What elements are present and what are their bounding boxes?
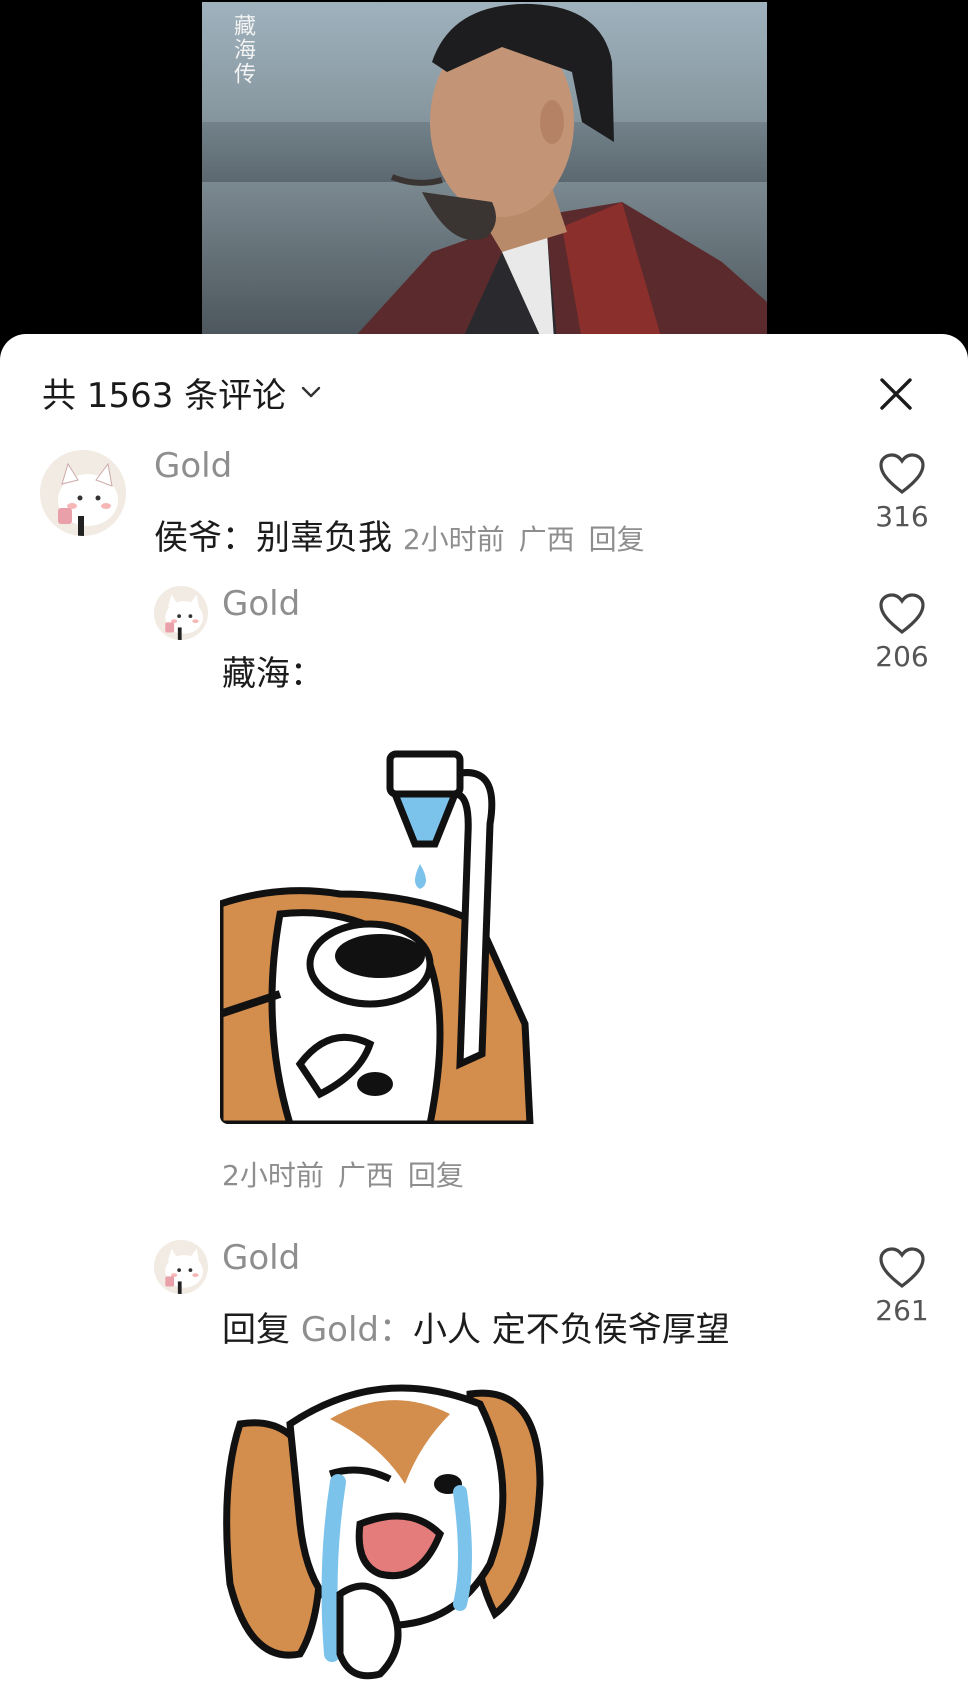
comment-time: 2小时前: [402, 523, 505, 556]
video-frame: 藏海传: [202, 2, 767, 340]
cat-avatar-icon: [154, 1240, 208, 1294]
comment-username[interactable]: Gold: [222, 1238, 300, 1278]
chevron-down-icon: [301, 386, 321, 398]
reply-target-username[interactable]: Gold：: [301, 1310, 413, 1350]
comment-text: 小人 定不负侯爷厚望: [413, 1310, 730, 1350]
comment-meta: 2小时前 广西 回复: [403, 523, 659, 556]
avatar[interactable]: [154, 586, 208, 640]
like-button[interactable]: 316: [872, 452, 932, 533]
comment-username[interactable]: Gold: [154, 446, 232, 486]
actor-figure: [352, 3, 767, 340]
comment-text: 藏海：: [222, 654, 324, 694]
comment-text: 侯爷：别辜负我: [154, 518, 392, 558]
heart-icon: [879, 1247, 925, 1289]
comment-location: 广西: [337, 1159, 394, 1192]
heart-icon: [879, 453, 925, 495]
avatar[interactable]: [40, 450, 126, 536]
eye-drop-dog-sticker-icon: [220, 724, 545, 1124]
comment-body: 侯爷：别辜负我 2小时前 广西 回复: [154, 510, 659, 559]
comment-location: 广西: [518, 523, 575, 556]
comment-meta: 2小时前 广西 回复: [222, 1154, 478, 1194]
sticker-image[interactable]: [220, 1364, 550, 1682]
like-count: 261: [875, 1294, 929, 1327]
sticker-image[interactable]: [220, 724, 545, 1124]
cat-avatar-icon: [154, 586, 208, 640]
heart-icon: [879, 593, 925, 635]
like-button[interactable]: 261: [872, 1246, 932, 1327]
like-button[interactable]: 206: [872, 592, 932, 673]
cat-avatar-icon: [40, 450, 126, 536]
reply-prefix: 回复: [222, 1310, 290, 1350]
close-icon[interactable]: [876, 374, 916, 414]
comment-sheet: 共 1563 条评论 Gold 侯爷：别辜负我 2小时前 广西 回复 316 G…: [0, 334, 968, 1682]
like-count: 206: [875, 640, 929, 673]
reply-button[interactable]: 回复: [408, 1159, 464, 1192]
comment-username[interactable]: Gold: [222, 584, 300, 624]
avatar[interactable]: [154, 1240, 208, 1294]
video-player[interactable]: 藏海传: [0, 0, 968, 340]
sheet-header[interactable]: 共 1563 条评论: [42, 372, 322, 416]
comment-body: 回复 Gold：小人 定不负侯爷厚望: [222, 1302, 730, 1351]
like-count: 316: [875, 500, 929, 533]
reply-button[interactable]: 回复: [589, 523, 645, 556]
crying-dog-sticker-icon: [220, 1364, 550, 1682]
comment-time: 2小时前: [222, 1159, 324, 1192]
comment-count-title: 共 1563 条评论: [42, 375, 287, 416]
